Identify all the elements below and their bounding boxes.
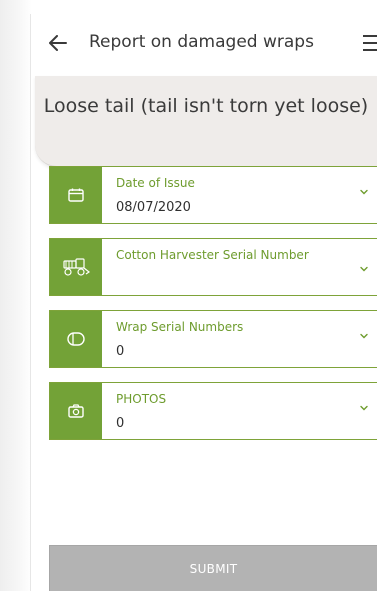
photos-label: PHOTOS: [116, 392, 167, 406]
menu-button[interactable]: [359, 31, 377, 55]
arrow-left-icon: [49, 35, 67, 51]
wrap-serial-field[interactable]: Wrap Serial Numbers 0: [49, 310, 377, 368]
app-frame: Report on damaged wraps Loose tail (tail…: [30, 14, 377, 591]
harvester-field-icon-box: [50, 239, 102, 295]
submit-button[interactable]: SUBMIT: [49, 545, 377, 591]
screen: Report on damaged wraps Loose tail (tail…: [0, 0, 377, 591]
back-button[interactable]: [45, 30, 71, 56]
chevron-down-icon: [360, 405, 368, 411]
wrap-serial-value: 0: [116, 344, 125, 359]
page-title: Report on damaged wraps: [89, 32, 314, 52]
photos-field-icon-box: [50, 383, 102, 439]
chevron-down-icon: [360, 189, 368, 195]
harvester-icon: [63, 258, 91, 276]
date-of-issue-label: Date of Issue: [116, 176, 195, 190]
left-edge-shade: [0, 0, 32, 591]
wrap-field-icon-box: [50, 311, 102, 367]
date-of-issue-field[interactable]: Date of Issue 08/07/2020: [49, 166, 377, 224]
hamburger-menu-icon: [363, 35, 377, 37]
wrap-icon: [67, 332, 85, 346]
harvester-serial-label: Cotton Harvester Serial Number: [116, 248, 309, 262]
damage-type-title: Loose tail (tail isn't torn yet loose): [43, 95, 369, 117]
damage-type-banner: Loose tail (tail isn't torn yet loose): [35, 76, 377, 167]
chevron-down-icon: [360, 266, 368, 272]
date-field-icon-box: [50, 167, 102, 223]
photos-field[interactable]: PHOTOS 0: [49, 382, 377, 440]
app-header: Report on damaged wraps: [31, 14, 377, 72]
harvester-serial-field[interactable]: Cotton Harvester Serial Number: [49, 238, 377, 296]
calendar-icon: [68, 188, 84, 202]
chevron-down-icon: [360, 333, 368, 339]
camera-icon: [68, 404, 84, 418]
date-of-issue-value: 08/07/2020: [116, 200, 191, 215]
photos-count: 0: [116, 416, 125, 431]
wrap-serial-label: Wrap Serial Numbers: [116, 320, 244, 334]
